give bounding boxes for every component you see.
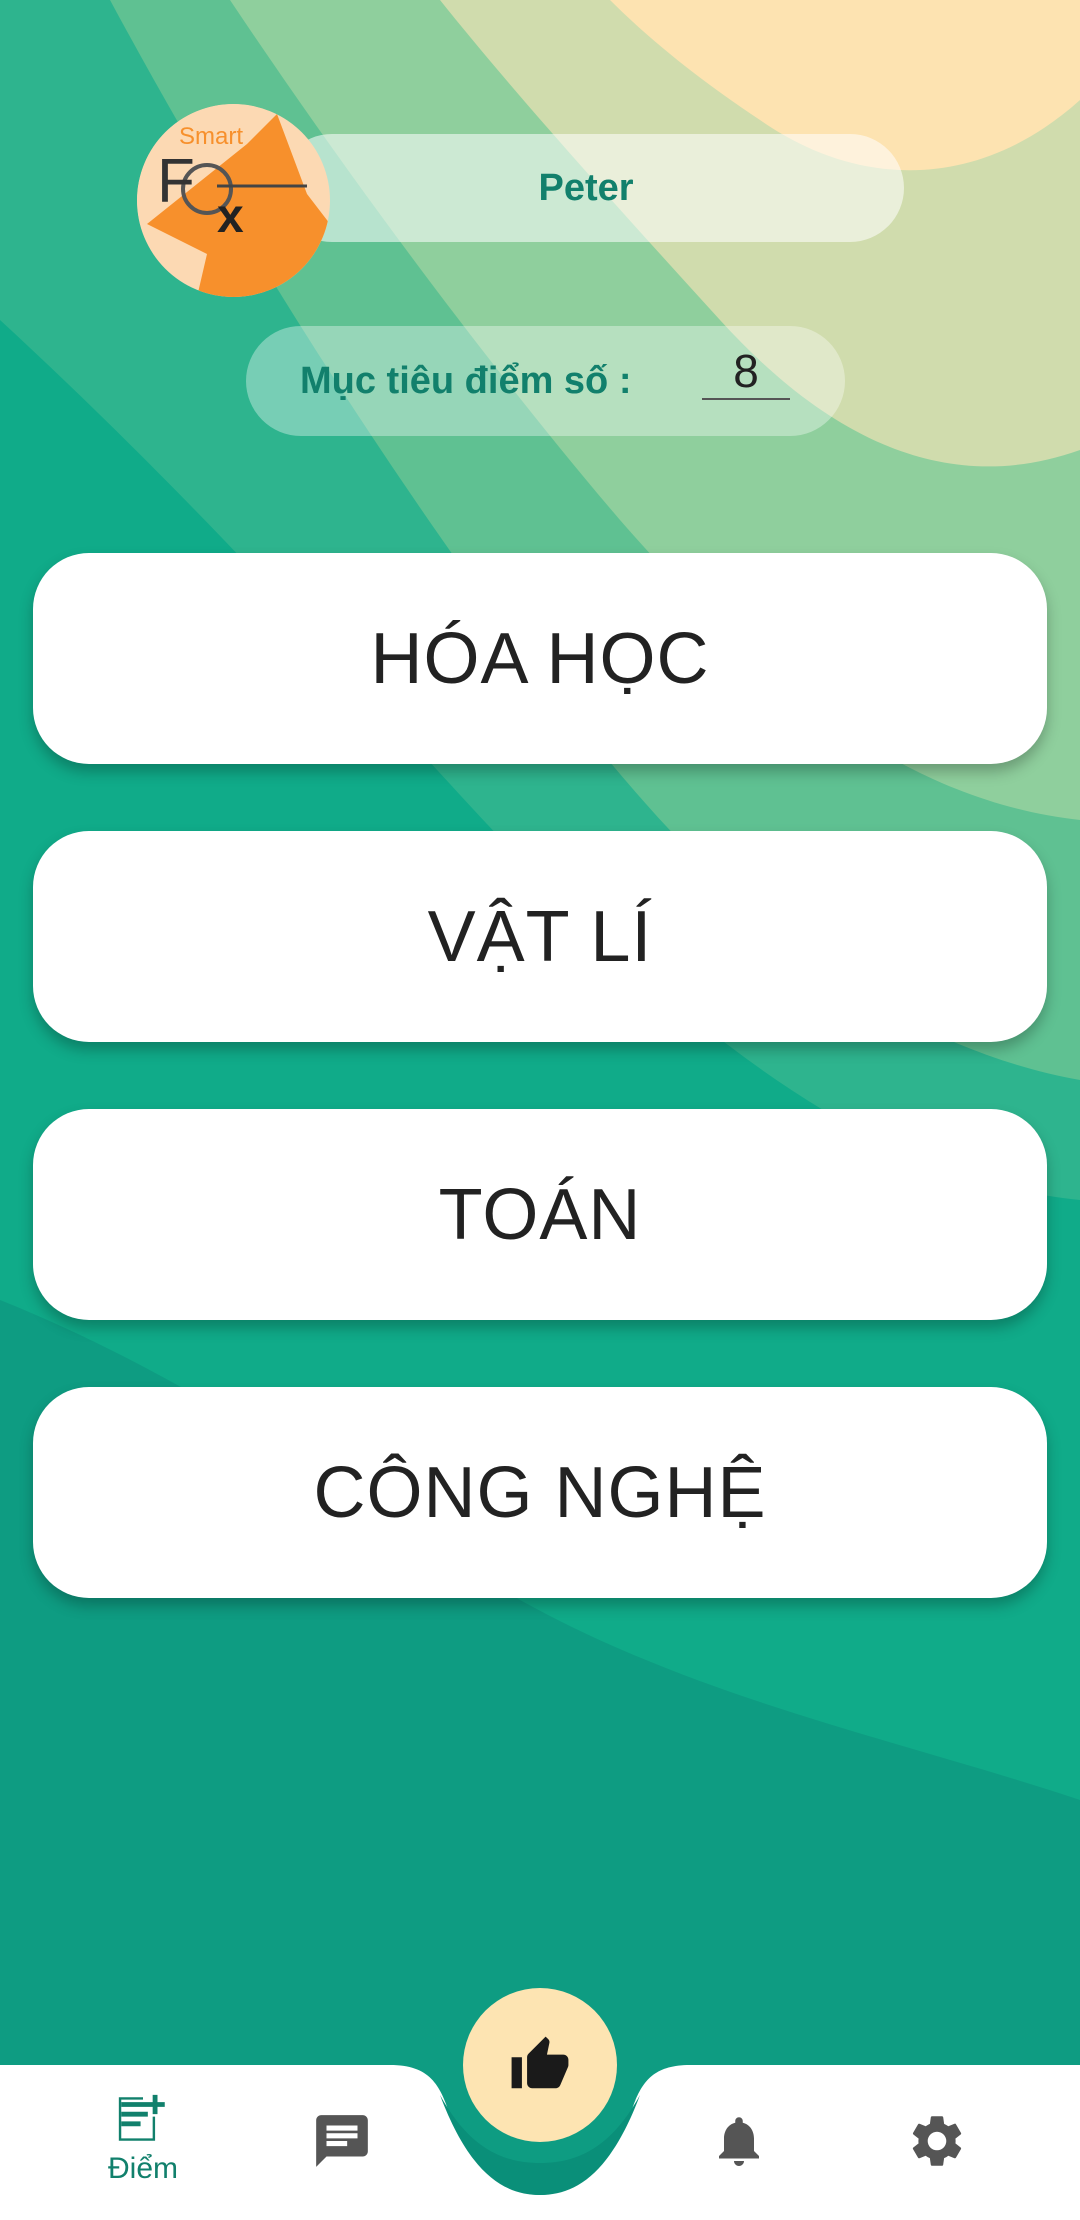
subject-button-math[interactable]: TOÁN <box>33 1109 1047 1320</box>
score-goal-input[interactable] <box>702 344 790 400</box>
subject-button-chemistry[interactable]: HÓA HỌC <box>33 553 1047 764</box>
nav-item-notifications[interactable] <box>669 2110 809 2220</box>
subject-button-technology[interactable]: CÔNG NGHỆ <box>33 1387 1047 1598</box>
score-goal-label: Mục tiêu điểm số : <box>300 360 632 402</box>
bell-icon <box>719 2117 759 2166</box>
smartfox-logo-avatar: Smart F x <box>137 104 330 297</box>
logo-word: Smart <box>179 123 243 150</box>
gear-icon <box>912 2116 962 2166</box>
nav-item-scores[interactable]: Điểm <box>73 2090 213 2200</box>
nav-label-scores: Điểm <box>107 2152 178 2185</box>
nav-item-settings[interactable] <box>867 2110 1007 2220</box>
username-pill: Peter <box>278 134 904 242</box>
subject-label: HÓA HỌC <box>370 618 710 699</box>
subject-label: VẬT LÍ <box>427 896 653 977</box>
chat-icon <box>316 2115 368 2167</box>
logo-letter-f: F <box>157 147 195 216</box>
thumbs-up-icon <box>511 2036 569 2089</box>
like-fab-button[interactable] <box>463 1988 617 2142</box>
note-add-icon <box>118 2094 165 2141</box>
subject-button-physics[interactable]: VẬT LÍ <box>33 831 1047 1042</box>
logo-letter-x: x <box>217 190 244 243</box>
score-goal-pill: Mục tiêu điểm số : <box>246 326 845 436</box>
username: Peter <box>538 166 634 209</box>
subject-label: CÔNG NGHỆ <box>313 1452 767 1533</box>
fox-logo-icon: Smart F x <box>137 104 330 297</box>
subject-label: TOÁN <box>438 1174 642 1255</box>
nav-item-messages[interactable] <box>272 2110 412 2220</box>
